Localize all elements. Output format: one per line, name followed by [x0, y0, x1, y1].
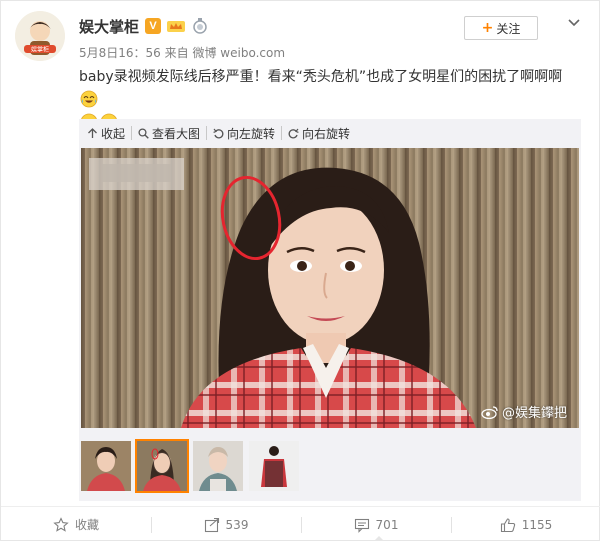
medal-icon[interactable]: [191, 18, 209, 34]
thumbs-up-icon: [500, 517, 515, 532]
avatar-caption: 娱掌柜: [31, 46, 49, 54]
media-toolbar: 收起 查看大图 向左旋转 向右旋转: [79, 119, 581, 147]
view-large-label: 查看大图: [152, 126, 201, 141]
like-button[interactable]: 1155: [451, 507, 600, 541]
weibo-post-card: 娱掌柜 娱大掌柜 V 5月8日16：56 来自 微博 weibo.com + 关…: [0, 0, 600, 541]
photo-illustration: [81, 148, 579, 428]
like-count: 1155: [521, 517, 553, 532]
user-name[interactable]: 娱大掌柜: [79, 16, 139, 37]
comment-count: 701: [375, 517, 399, 532]
post-meta: 5月8日16：56 来自 微博 weibo.com: [79, 44, 285, 61]
follow-label: 关注: [496, 21, 521, 36]
thumbnail-1[interactable]: [81, 441, 131, 491]
thumbnail-2-active[interactable]: [135, 439, 189, 493]
comment-pointer: [373, 536, 385, 541]
share-icon: [204, 517, 219, 532]
collapse-label: 收起: [101, 126, 126, 141]
thumbnail-3[interactable]: [193, 441, 243, 491]
repost-count: 539: [225, 517, 249, 532]
rotate-right-label: 向右旋转: [302, 126, 351, 141]
avatar[interactable]: 娱掌柜: [15, 11, 65, 61]
chevron-down-icon[interactable]: [566, 15, 582, 31]
arrow-up-icon: [88, 127, 97, 138]
star-icon: [53, 516, 69, 532]
view-large-button[interactable]: 查看大图: [131, 126, 206, 141]
rotate-left-label: 向左旋转: [227, 126, 276, 141]
main-photo[interactable]: @娱集鑻把: [81, 148, 579, 428]
favorite-label: 收藏: [74, 518, 99, 532]
favorite-button[interactable]: 收藏: [1, 507, 151, 541]
rotate-left-icon: [213, 128, 224, 138]
verified-badge-icon[interactable]: V: [145, 18, 162, 34]
watermark-text: @娱集鑻把: [501, 406, 567, 421]
photo-watermark: @娱集鑻把: [481, 402, 567, 421]
plus-icon: +: [481, 20, 494, 36]
weibo-logo-icon: [481, 405, 498, 419]
name-row: 娱大掌柜 V: [79, 15, 209, 37]
rotate-right-button[interactable]: 向右旋转: [281, 126, 356, 141]
repost-button[interactable]: 539: [151, 507, 301, 541]
laugh-cry-emoji-icon: [80, 90, 98, 108]
post-text-content: baby录视频发际线后移严重！看来“秃头危机”也成了女明星们的困扰了啊啊啊: [79, 69, 563, 85]
thumbnail-strip: [81, 439, 299, 493]
member-crown-icon[interactable]: [167, 18, 186, 34]
post-time-link[interactable]: 5月8日16：56: [79, 46, 161, 60]
action-bar: 收藏 539 701 1155: [1, 506, 600, 541]
collapse-button[interactable]: 收起: [81, 126, 131, 141]
source-link[interactable]: 微博 weibo.com: [192, 46, 285, 60]
thumbnail-4[interactable]: [249, 441, 299, 491]
comment-icon: [354, 518, 369, 533]
magnifier-icon: [138, 127, 149, 139]
rotate-left-button[interactable]: 向左旋转: [206, 126, 281, 141]
source-prefix: 来自: [164, 46, 189, 60]
rotate-right-icon: [288, 128, 299, 138]
follow-button[interactable]: + 关注: [464, 16, 538, 40]
